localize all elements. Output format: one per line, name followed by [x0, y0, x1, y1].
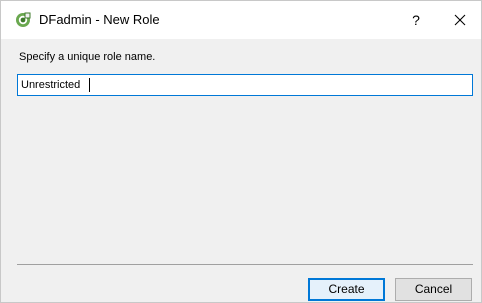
- text-caret: [89, 78, 90, 92]
- button-separator: [17, 264, 473, 265]
- cancel-button[interactable]: Cancel: [395, 278, 472, 301]
- title-bar: DFadmin - New Role ?: [1, 1, 481, 39]
- dialog-body: Specify a unique role name. Create Cance…: [1, 39, 481, 302]
- role-name-prompt: Specify a unique role name.: [19, 51, 156, 63]
- window-title: DFadmin - New Role: [39, 12, 160, 27]
- close-button[interactable]: [449, 9, 471, 31]
- dfadmin-app-icon: [15, 12, 31, 28]
- role-name-input[interactable]: [17, 74, 473, 96]
- help-button[interactable]: ?: [405, 9, 427, 31]
- close-icon: [454, 14, 466, 26]
- new-role-dialog: DFadmin - New Role ? Specify a unique ro…: [0, 0, 482, 303]
- create-button[interactable]: Create: [308, 278, 385, 301]
